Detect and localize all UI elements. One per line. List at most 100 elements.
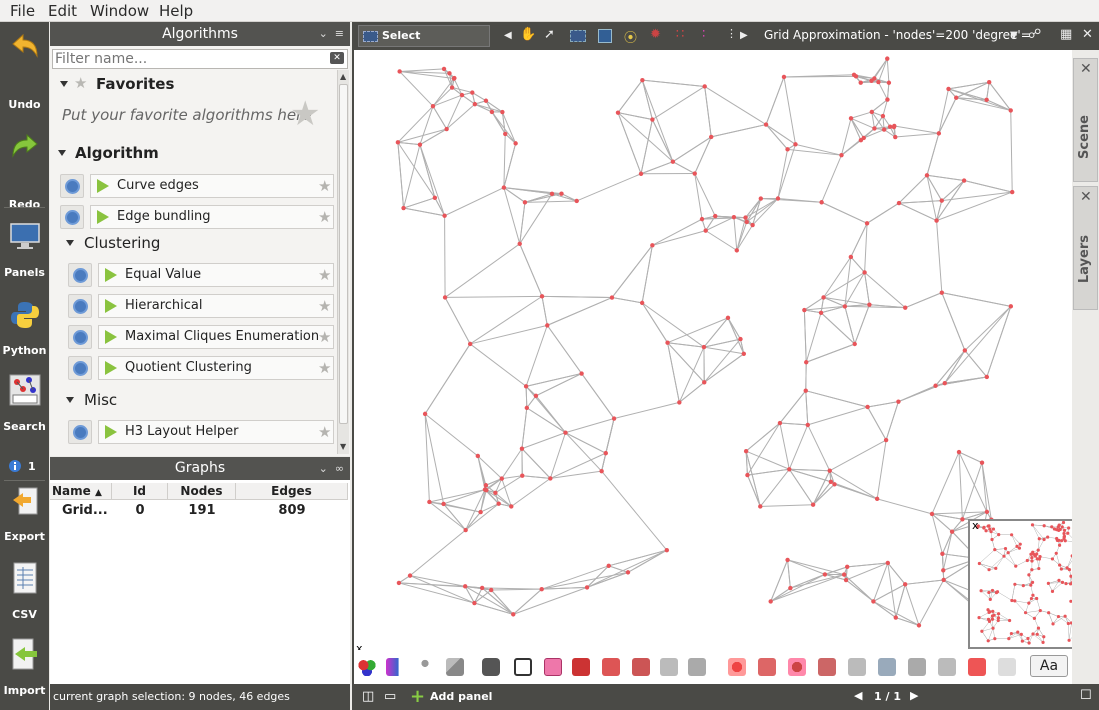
graph-node[interactable] bbox=[501, 185, 507, 190]
graph-node[interactable] bbox=[441, 66, 447, 72]
add-panel-icon[interactable]: + bbox=[410, 686, 425, 707]
graph-node[interactable] bbox=[962, 348, 968, 353]
graph-node[interactable] bbox=[845, 564, 850, 570]
graph-node[interactable] bbox=[1023, 611, 1028, 615]
graph-node[interactable] bbox=[1066, 531, 1070, 535]
graph-node[interactable] bbox=[539, 586, 544, 592]
graph-node[interactable] bbox=[1030, 523, 1035, 527]
graph-node[interactable] bbox=[828, 479, 834, 484]
font-scale-icon[interactable] bbox=[688, 658, 706, 676]
table-row[interactable]: Grid... 0 191 809 bbox=[50, 501, 350, 521]
graph-node[interactable] bbox=[470, 90, 475, 95]
layers-tab[interactable]: ✕ Layers bbox=[1073, 186, 1098, 310]
graph-node[interactable] bbox=[522, 200, 528, 205]
graph-node[interactable] bbox=[503, 131, 508, 137]
graph-node[interactable] bbox=[1030, 555, 1034, 560]
graph-node[interactable] bbox=[472, 101, 478, 107]
column-header-id[interactable]: Id bbox=[112, 483, 168, 500]
graph-node[interactable] bbox=[430, 103, 436, 109]
graph-node[interactable] bbox=[871, 599, 876, 604]
graph-node[interactable] bbox=[827, 468, 832, 473]
graph-node[interactable] bbox=[1035, 596, 1039, 601]
graph-node[interactable] bbox=[447, 71, 452, 76]
menu-help[interactable]: Help bbox=[159, 2, 193, 20]
graph-node[interactable] bbox=[946, 86, 951, 92]
graph-node[interactable] bbox=[787, 467, 792, 472]
graph-node[interactable] bbox=[734, 248, 740, 253]
graph-node[interactable] bbox=[956, 449, 962, 455]
graph-node[interactable] bbox=[427, 499, 432, 505]
graph-node[interactable] bbox=[1041, 640, 1045, 645]
graph-node[interactable] bbox=[996, 612, 1001, 616]
graph-node[interactable] bbox=[1006, 551, 1010, 555]
graph-node[interactable] bbox=[872, 126, 877, 131]
close-view-icon[interactable]: ✕ bbox=[1082, 27, 1093, 42]
graph-node[interactable] bbox=[996, 618, 1000, 623]
graph-node[interactable] bbox=[881, 127, 887, 132]
graph-node[interactable] bbox=[819, 200, 824, 205]
graph-node[interactable] bbox=[886, 80, 892, 85]
graph-node[interactable] bbox=[1042, 537, 1046, 542]
scroll-left-icon[interactable]: ◀ bbox=[504, 30, 512, 41]
graph-node[interactable] bbox=[451, 76, 457, 81]
graph-node[interactable] bbox=[489, 109, 495, 115]
equal-value-button[interactable]: Equal Value bbox=[98, 263, 334, 287]
hand-tool-icon[interactable]: ✋ bbox=[520, 27, 536, 42]
algorithm-filter-input[interactable] bbox=[52, 49, 348, 69]
graph-node[interactable] bbox=[843, 577, 849, 583]
graph-node[interactable] bbox=[1010, 533, 1014, 537]
graph-node[interactable] bbox=[459, 92, 465, 98]
graph-node[interactable] bbox=[893, 615, 898, 620]
graph-node[interactable] bbox=[640, 77, 645, 83]
graph-node[interactable] bbox=[703, 228, 708, 233]
graph-node[interactable] bbox=[924, 173, 930, 178]
graph-node[interactable] bbox=[1030, 580, 1035, 584]
graph-node[interactable] bbox=[548, 476, 553, 481]
graph-node[interactable] bbox=[936, 131, 942, 136]
graph-node[interactable] bbox=[709, 134, 714, 140]
graph-node[interactable] bbox=[984, 529, 988, 533]
graph-node[interactable] bbox=[489, 587, 494, 593]
close-scene-icon[interactable]: ✕ bbox=[1080, 61, 1092, 77]
graph-node[interactable] bbox=[442, 213, 447, 218]
graph-node[interactable] bbox=[876, 79, 881, 85]
graph-node[interactable] bbox=[885, 560, 891, 566]
graph-node[interactable] bbox=[509, 504, 514, 509]
graph-node[interactable] bbox=[788, 585, 793, 591]
graph-node[interactable] bbox=[702, 380, 707, 385]
graph-node[interactable] bbox=[987, 568, 991, 572]
favorite-star-icon[interactable]: ★ bbox=[318, 266, 331, 284]
edge-size-icon[interactable] bbox=[758, 658, 776, 676]
graph-node[interactable] bbox=[483, 98, 489, 103]
graph-node[interactable] bbox=[977, 616, 981, 620]
graph-node[interactable] bbox=[768, 599, 773, 604]
graph-node[interactable] bbox=[743, 215, 748, 220]
previous-page-icon[interactable]: ◀ bbox=[854, 689, 862, 702]
border-width-icon[interactable] bbox=[818, 658, 836, 676]
graph-node[interactable] bbox=[1067, 638, 1071, 642]
grid-select-icon[interactable] bbox=[598, 29, 612, 43]
column-header-nodes[interactable]: Nodes bbox=[168, 483, 236, 500]
graph-node[interactable] bbox=[1050, 557, 1055, 561]
gear-icon[interactable] bbox=[68, 325, 92, 349]
graph-node[interactable] bbox=[802, 307, 807, 313]
graph-node[interactable] bbox=[545, 323, 550, 328]
graph-node[interactable] bbox=[395, 140, 401, 145]
graph-node[interactable] bbox=[993, 548, 997, 552]
graph-node[interactable] bbox=[891, 124, 897, 130]
font-size-icon[interactable] bbox=[660, 658, 678, 676]
edge-shape-icon[interactable] bbox=[878, 658, 896, 676]
graph-node[interactable] bbox=[1056, 525, 1060, 529]
graph-node[interactable] bbox=[902, 582, 908, 587]
graph-node[interactable] bbox=[987, 619, 992, 623]
graph-node[interactable] bbox=[462, 584, 468, 589]
graph-node[interactable] bbox=[984, 374, 990, 380]
graph-node[interactable] bbox=[1046, 581, 1050, 585]
csv-button[interactable]: CSV bbox=[0, 562, 49, 622]
graph-node[interactable] bbox=[482, 487, 488, 492]
graph-node[interactable] bbox=[1054, 551, 1058, 555]
graph-node[interactable] bbox=[990, 588, 995, 593]
next-page-icon[interactable]: ▶ bbox=[910, 689, 918, 702]
layer-icon[interactable] bbox=[908, 658, 926, 676]
graph-node[interactable] bbox=[990, 537, 994, 542]
